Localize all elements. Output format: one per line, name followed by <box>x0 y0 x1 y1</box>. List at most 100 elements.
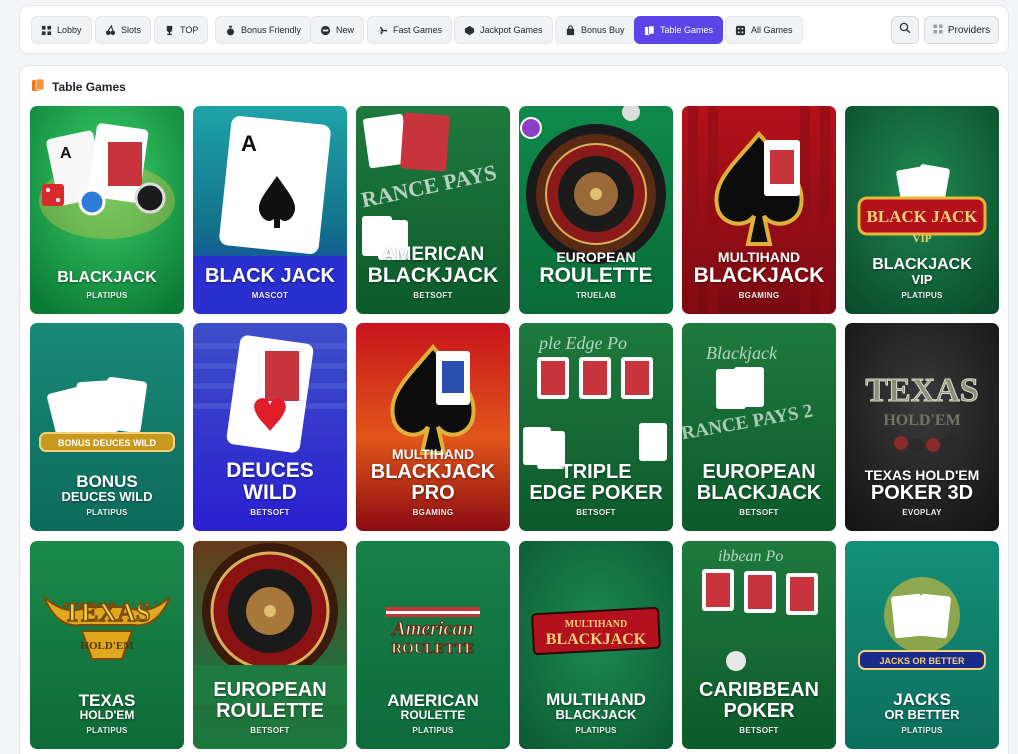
game-title-line1: JACKS <box>893 689 951 709</box>
tab-label: TOP <box>180 25 199 35</box>
game-card[interactable]: A BLACK JACK MASCOT <box>193 106 347 314</box>
table-games-icon <box>31 78 45 97</box>
game-card[interactable]: DEUCES WILD BETSOFT <box>193 323 347 531</box>
game-title-line1: MULTIHAND <box>717 249 801 266</box>
game-title: EUROPEAN ROULETTE TRUELAB <box>519 250 673 300</box>
game-provider: EVOPLAY <box>902 508 942 517</box>
providers-label: Providers <box>947 24 991 36</box>
game-card[interactable]: MULTIHAND BLACKJACK BGAMING <box>682 106 836 314</box>
tab-bonus-buy[interactable]: Bonus Buy <box>555 16 635 44</box>
game-title-line1: TEXAS <box>78 690 136 710</box>
game-card[interactable]: ibbean Po CARIBBEAN POKER BETSOFT <box>682 541 836 749</box>
game-card[interactable]: BLACK JACK VIP BLACKJACK VIP PLATIPUS <box>845 106 999 314</box>
svg-text:VIP: VIP <box>913 233 932 245</box>
game-card[interactable]: American ROULETTE AMERICAN ROULETTE PLAT… <box>356 541 510 749</box>
cards-icon <box>644 25 655 36</box>
tab-table-games[interactable]: Table Games <box>634 16 724 44</box>
game-card[interactable]: ple Edge Po TRIPLE EDGE POKER BETSOFT <box>519 323 673 531</box>
game-title: MULTIHAND BLACKJACK BGAMING <box>682 250 836 300</box>
game-card[interactable]: EUROPEAN ROULETTE TRUELAB <box>519 106 673 314</box>
tab-label: Slots <box>121 25 142 35</box>
svg-text:BLACK JACK: BLACK JACK <box>867 207 979 226</box>
game-title: JACKS OR BETTER PLATIPUS <box>845 689 999 735</box>
game-title-line1: EUROPEAN <box>702 461 816 483</box>
providers-grid-icon <box>933 24 943 37</box>
game-title-line1: MULTIHAND <box>391 446 475 463</box>
game-title-line1: EUROPEAN <box>213 679 327 701</box>
game-title-line1: BLACKJACK <box>872 255 972 273</box>
section-title: Table Games <box>52 80 126 94</box>
money-bag-icon <box>225 25 236 36</box>
game-title-line1: MULTIHAND <box>546 689 646 709</box>
game-provider: BGAMING <box>412 508 454 517</box>
svg-text:American: American <box>390 618 473 640</box>
game-card[interactable]: MULTIHAND BLACKJACK PRO BGAMING <box>356 323 510 531</box>
svg-text:A: A <box>60 145 72 162</box>
game-card[interactable]: A BLACKJACK PLATIPUS <box>30 106 184 314</box>
svg-text:JACKS OR BETTER: JACKS OR BETTER <box>879 656 965 666</box>
game-provider: PLATIPUS <box>86 508 128 517</box>
svg-text:BONUS DEUCES WILD: BONUS DEUCES WILD <box>58 438 157 448</box>
tab-bonus-friendly[interactable]: Bonus Friendly <box>215 16 312 44</box>
game-provider: BETSOFT <box>250 508 290 517</box>
game-title-line1: BONUS <box>76 471 138 491</box>
game-title-line1: TRIPLE <box>560 461 632 483</box>
game-title-line2: BLACKJACK <box>367 263 499 287</box>
game-title-line2: ROULETTE <box>539 263 653 287</box>
game-card[interactable]: TEXAS HOLD'EM TEXAS HOLD'EM PLATIPUS <box>30 541 184 749</box>
tab-label: Lobby <box>57 25 82 35</box>
game-title: BLACK JACK MASCOT <box>193 265 347 301</box>
game-provider: PLATIPUS <box>86 726 128 735</box>
game-card[interactable]: RANCE PAYS AMERICAN BLACKJACK BETSOFT <box>356 106 510 314</box>
tab-slots[interactable]: Slots <box>95 16 152 44</box>
game-provider: BGAMING <box>738 291 780 300</box>
svg-text:HOLD'EM: HOLD'EM <box>883 412 960 429</box>
svg-text:A: A <box>241 131 257 156</box>
providers-button[interactable]: Providers <box>924 16 999 44</box>
tab-lobby[interactable]: Lobby <box>31 16 92 44</box>
tab-jackpot-games[interactable]: Jackpot Games <box>454 16 553 44</box>
game-provider: PLATIPUS <box>901 291 943 300</box>
svg-text:ROULETTE: ROULETTE <box>391 641 474 657</box>
game-title-line2: POKER 3D <box>870 482 974 504</box>
game-title-line2: BLACKJACK <box>555 707 637 723</box>
jackpot-diamond-icon <box>464 25 475 36</box>
tab-new[interactable]: New <box>310 16 365 44</box>
svg-text:MULTIHAND: MULTIHAND <box>565 619 627 630</box>
game-title-line2: HOLD'EM <box>79 708 135 723</box>
game-title: MULTIHAND BLACKJACK PLATIPUS <box>519 689 673 735</box>
game-title-line2: POKER <box>723 700 795 722</box>
game-card[interactable]: Blackjack RANCE PAYS 2 EUROPEAN BLACKJAC… <box>682 323 836 531</box>
game-card[interactable]: JACKS OR BETTER JACKS OR BETTER PLATIPUS <box>845 541 999 749</box>
game-title-line1: BLACK JACK <box>205 265 335 287</box>
tab-fast-games[interactable]: Fast Games <box>367 16 453 44</box>
shopping-bag-icon <box>565 24 576 36</box>
game-title: MULTIHAND BLACKJACK PRO BGAMING <box>356 447 510 517</box>
game-card[interactable]: BONUS DEUCES WILD BONUS DEUCES WILD PLAT… <box>30 323 184 531</box>
svg-text:TEXAS: TEXAS <box>865 372 978 409</box>
search-button[interactable] <box>891 16 919 44</box>
game-title-line1: AMERICAN <box>387 690 479 710</box>
game-provider: BETSOFT <box>250 726 290 735</box>
game-provider: TRUELAB <box>575 291 617 300</box>
game-title: AMERICAN BLACKJACK BETSOFT <box>356 245 510 300</box>
game-title-line2: VIP <box>911 272 933 288</box>
game-title-line2: DEUCES WILD <box>61 489 153 505</box>
game-title: BLACKJACK PLATIPUS <box>30 269 184 300</box>
tab-label: All Games <box>751 25 793 35</box>
svg-text:HOLD'EM: HOLD'EM <box>80 640 134 652</box>
game-title-line2: BLACKJACK <box>696 482 822 504</box>
game-card[interactable]: MULTIHAND BLACKJACK MULTIHAND BLACKJACK … <box>519 541 673 749</box>
new-badge-icon <box>320 25 331 36</box>
game-title: EUROPEAN BLACKJACK BETSOFT <box>682 461 836 518</box>
game-provider: BETSOFT <box>739 726 779 735</box>
game-card[interactable]: EUROPEAN ROULETTE BETSOFT <box>193 541 347 749</box>
game-title-line1: CARIBBEAN <box>699 679 819 701</box>
game-card[interactable]: TEXAS HOLD'EM TEXAS HOLD'EM POKER 3D EVO… <box>845 323 999 531</box>
tab-top[interactable]: TOP <box>154 16 209 44</box>
game-title-line2: WILD <box>243 480 297 504</box>
section-header: Table Games <box>31 78 126 96</box>
game-provider: PLATIPUS <box>901 726 943 735</box>
tab-all-games[interactable]: All Games <box>725 16 803 44</box>
game-title-line1: TEXAS HOLD'EM <box>864 467 980 484</box>
